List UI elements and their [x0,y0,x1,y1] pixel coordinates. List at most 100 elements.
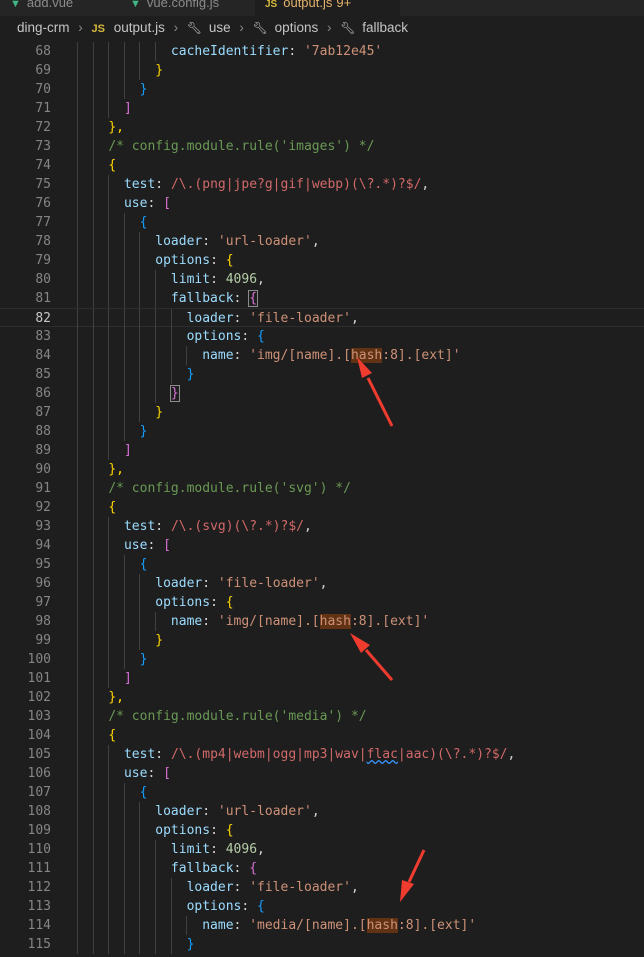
code-line[interactable]: 100 } [0,650,644,669]
punctuation: : [147,766,164,781]
bracket: }, [108,690,124,705]
code-line[interactable]: 82 loader: 'file-loader', [0,308,644,328]
punctuation: : [202,576,218,591]
line-code: } [77,80,148,99]
code-line[interactable]: 83 options: { [0,327,644,346]
code-line[interactable]: 73 /* config.module.rule('images') */ [0,137,644,156]
bracket: } [139,424,148,439]
line-code: use: [ [77,536,171,555]
line-number: 73 [35,139,51,154]
tab-output-js[interactable]: JS output.js 9+ [255,0,400,16]
code-line[interactable]: 107 { [0,783,644,802]
punctuation: : [233,880,250,895]
punctuation: : [210,823,226,838]
code-line[interactable]: 113 options: { [0,897,644,916]
code-line[interactable]: 92 { [0,498,644,517]
line-number: 68 [35,44,51,59]
comment: /* config.module.rule('svg') */ [108,481,351,496]
breadcrumb-item-folder[interactable]: ding-crm [17,16,70,40]
punctuation: , [507,747,516,762]
line-number: 71 [35,101,51,116]
code-line[interactable]: 88 } [0,422,644,441]
line-code: ] [77,99,132,118]
code-line[interactable]: 94 use: [ [0,536,644,555]
code-line[interactable]: 98 name: 'img/[name].[hash:8].[ext]' [0,612,644,631]
punctuation: , [311,234,320,249]
code-line[interactable]: 106 use: [ [0,764,644,783]
line-code: loader: 'url-loader', [77,802,319,821]
code-line[interactable]: 114 name: 'media/[name].[hash:8].[ext]' [0,916,644,935]
code-line[interactable]: 71 ] [0,99,644,118]
breadcrumb-item-fallback[interactable]: fallback [362,16,408,40]
code-line[interactable]: 72 }, [0,118,644,137]
code-line[interactable]: 95 { [0,555,644,574]
code-editor[interactable]: 68 cacheIdentifier: '7ab12e45' 69 } 70 } 71… [0,40,644,957]
code-line[interactable]: 108 loader: 'url-loader', [0,802,644,821]
code-line[interactable]: 102 }, [0,688,644,707]
tab-vue-config-js[interactable]: ▼ vue.config.js [130,0,250,16]
code-line[interactable]: 75 test: /\.(png|jpe?g|gif|webp)(\?.*)?$… [0,175,644,194]
punctuation: , [257,842,265,857]
code-line[interactable]: 77 { [0,213,644,232]
wrench-icon: 🔧︎ [186,21,203,35]
line-code: name: 'img/[name].[hash:8].[ext]' [77,346,461,365]
code-line[interactable]: 99 } [0,631,644,650]
breadcrumb-item-use[interactable]: use [209,16,231,40]
code-line[interactable]: 69 } [0,61,644,80]
line-code: options: { [77,327,265,346]
bracket: { [225,595,234,610]
code-line[interactable]: 87 } [0,403,644,422]
code-line[interactable]: 81 fallback: { [0,289,644,308]
code-line[interactable]: 74 { [0,156,644,175]
bracket-match: } [169,385,180,402]
bracket: { [257,329,265,344]
code-line[interactable]: 103 /* config.module.rule('media') */ [0,707,644,726]
string-literal: 'url-loader' [217,234,312,249]
code-line[interactable]: 79 options: { [0,251,644,270]
code-line[interactable]: 86 } [0,384,644,403]
tab-add-vue[interactable]: ▼ add.vue [10,0,110,16]
code-line[interactable]: 89 ] [0,441,644,460]
code-line[interactable]: 96 loader: 'file-loader', [0,574,644,593]
code-line[interactable]: 68 cacheIdentifier: '7ab12e45' [0,42,644,61]
line-number: 84 [35,348,51,363]
code-line[interactable]: 112 loader: 'file-loader', [0,878,644,897]
chevron-right-icon: › [326,20,332,35]
code-line[interactable]: 115 } [0,935,644,954]
breadcrumb-item-file[interactable]: output.js [114,16,165,40]
code-line[interactable]: 91 /* config.module.rule('svg') */ [0,479,644,498]
line-number: 69 [35,63,51,78]
code-line[interactable]: 111 fallback: { [0,859,644,878]
code-line[interactable]: 93 test: /\.(svg)(\?.*)?$/, [0,517,644,536]
code-line[interactable]: 90 }, [0,460,644,479]
line-number: 87 [35,405,51,420]
code-line[interactable]: 84 name: 'img/[name].[hash:8].[ext]' [0,346,644,365]
code-line[interactable]: 104 { [0,726,644,745]
breadcrumb-item-options[interactable]: options [275,16,319,40]
line-code: ] [77,441,132,460]
code-line[interactable]: 105 test: /\.(mp4|webm|ogg|mp3|wav|flac|… [0,745,644,764]
code-line[interactable]: 97 options: { [0,593,644,612]
code-line[interactable]: 70 } [0,80,644,99]
punctuation: : [233,918,250,933]
code-line[interactable]: 85 } [0,365,644,384]
code-line[interactable]: 109 options: { [0,821,644,840]
code-line[interactable]: 101 ] [0,669,644,688]
code-line[interactable]: 80 limit: 4096, [0,270,644,289]
punctuation: : [233,861,250,876]
bracket: { [108,728,117,743]
code-line[interactable]: 76 use: [ [0,194,644,213]
line-code: } [77,61,163,80]
line-number: 108 [27,804,51,819]
bracket: { [249,861,258,876]
line-code: { [77,498,116,517]
code-line[interactable]: 110 limit: 4096, [0,840,644,859]
code-line[interactable]: 78 loader: 'url-loader', [0,232,644,251]
